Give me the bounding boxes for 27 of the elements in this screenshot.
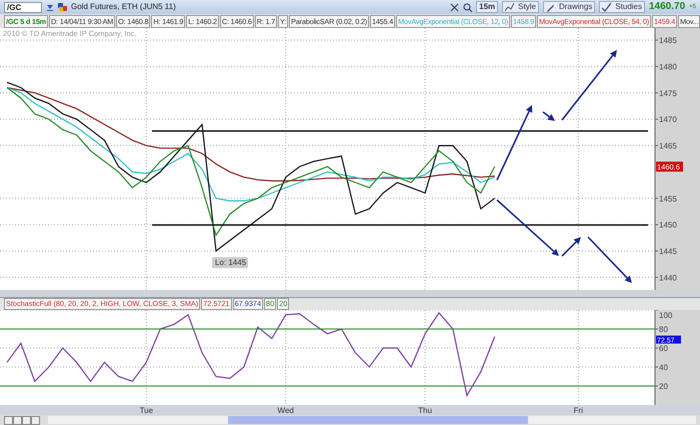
interval-button[interactable]: 15m — [476, 1, 498, 13]
last-price: 1460.70 — [649, 1, 686, 13]
axis-label: 1450 — [659, 220, 677, 230]
axis-label: 1485 — [659, 36, 677, 46]
axis-label: Tue — [140, 406, 154, 415]
axis-label: 1480 — [659, 62, 677, 72]
axis-label: 1445 — [659, 247, 677, 256]
style-button[interactable]: Style — [502, 1, 539, 13]
drawings-button[interactable]: Drawings — [542, 1, 596, 13]
axis-label: 1440 — [659, 273, 677, 282]
axis-label: 1475 — [659, 88, 677, 98]
axis-label: 1470 — [659, 115, 677, 124]
symbol-field[interactable]: /GC — [4, 2, 42, 12]
axis-label: 1455 — [659, 194, 677, 204]
axis-label: 100 — [659, 311, 672, 320]
axis-label: Thu — [418, 406, 432, 415]
annotation: Lo: 1445 — [215, 258, 247, 268]
axis-label: Fri — [574, 406, 584, 415]
axis-label: 1465 — [659, 142, 677, 151]
axis-label: Wed — [278, 406, 294, 415]
low-price-label: Lo: 1445 — [212, 257, 248, 268]
studies-button[interactable]: Studies — [599, 1, 645, 13]
axis-label: 40 — [659, 363, 668, 372]
axis-label: 80 — [659, 325, 668, 334]
instrument-title: Gold Futures, ETH (JUN5 11) — [71, 1, 176, 13]
axis-label: 20 — [659, 382, 668, 391]
axis-label: 60 — [659, 344, 668, 353]
